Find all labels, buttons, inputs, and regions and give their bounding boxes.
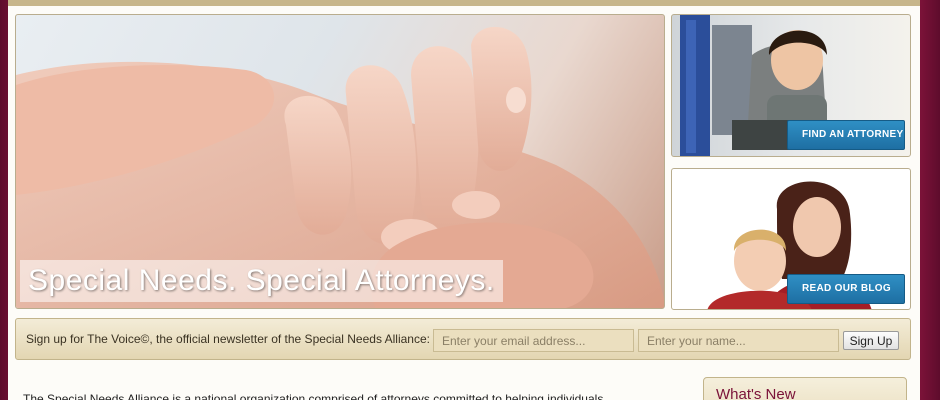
name-input[interactable] bbox=[638, 329, 839, 352]
top-accent-bar bbox=[8, 0, 920, 6]
email-input[interactable] bbox=[433, 329, 634, 352]
whats-new-title: What's New bbox=[716, 386, 796, 400]
promo-read-blog: READ OUR BLOG bbox=[671, 168, 911, 310]
newsletter-signup-bar: Sign up for The Voice©, the official new… bbox=[15, 318, 911, 360]
sign-up-button[interactable]: Sign Up bbox=[843, 331, 899, 350]
promo-find-attorney: FIND AN ATTORNEY bbox=[671, 14, 911, 157]
whats-new-panel: What's New bbox=[703, 377, 907, 400]
hero-banner: Special Needs. Special Attorneys. bbox=[15, 14, 665, 309]
hero-caption: Special Needs. Special Attorneys. bbox=[20, 260, 503, 302]
newsletter-text: Sign up for The Voice©, the official new… bbox=[26, 332, 430, 346]
page-content: Special Needs. Special Attorneys. FIND A… bbox=[8, 0, 920, 400]
intro-paragraph: The Special Needs Alliance is a national… bbox=[23, 392, 604, 400]
read-blog-button[interactable]: READ OUR BLOG bbox=[787, 274, 905, 304]
find-attorney-button[interactable]: FIND AN ATTORNEY bbox=[787, 120, 905, 150]
